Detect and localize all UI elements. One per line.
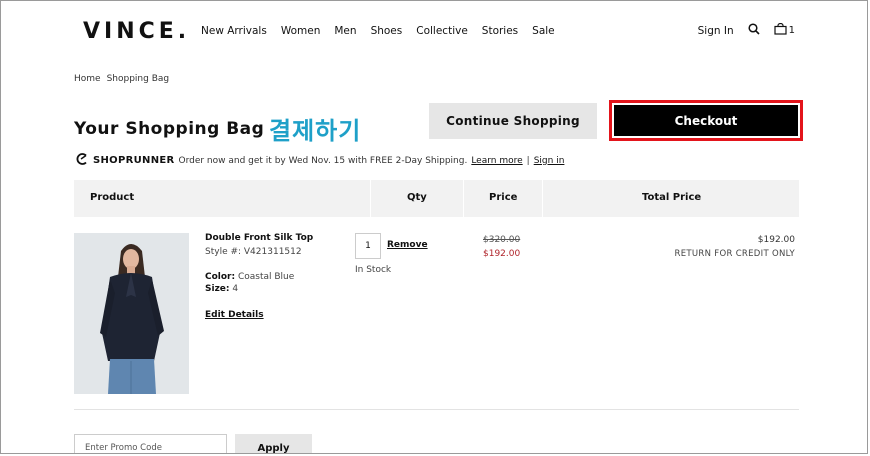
apply-promo-button[interactable]: Apply bbox=[235, 434, 312, 453]
header-divider bbox=[542, 180, 543, 217]
nav-shoes[interactable]: Shoes bbox=[371, 25, 403, 37]
size-label: Size: bbox=[205, 284, 230, 294]
product-size: Size: 4 bbox=[205, 284, 238, 294]
browser-frame: VINCE. New Arrivals Women Men Shoes Coll… bbox=[0, 0, 868, 454]
promo-code-input[interactable] bbox=[74, 434, 227, 453]
header-divider bbox=[370, 180, 371, 217]
page-title: Your Shopping Bag bbox=[74, 119, 265, 139]
shopping-bag-icon bbox=[774, 22, 787, 38]
nav-men[interactable]: Men bbox=[334, 25, 356, 37]
product-name[interactable]: Double Front Silk Top bbox=[205, 233, 313, 243]
sign-in-link[interactable]: Sign In bbox=[698, 25, 734, 37]
shoprunner-logo-icon bbox=[75, 153, 89, 168]
shopping-bag-button[interactable]: 1 bbox=[774, 22, 795, 38]
breadcrumb-home[interactable]: Home bbox=[74, 74, 101, 84]
product-image[interactable] bbox=[74, 233, 189, 394]
search-icon[interactable] bbox=[748, 23, 760, 38]
stock-status: In Stock bbox=[355, 265, 392, 275]
main-nav: New Arrivals Women Men Shoes Collective … bbox=[201, 25, 555, 37]
nav-sale[interactable]: Sale bbox=[532, 25, 554, 37]
nav-new-arrivals[interactable]: New Arrivals bbox=[201, 25, 267, 37]
color-label: Color: bbox=[205, 272, 236, 282]
nav-stories[interactable]: Stories bbox=[482, 25, 518, 37]
header-qty: Qty bbox=[407, 192, 427, 203]
breadcrumb: Home Shopping Bag bbox=[74, 74, 169, 84]
remove-link[interactable]: Remove bbox=[387, 240, 428, 250]
header-price: Price bbox=[489, 192, 518, 203]
shoprunner-separator: | bbox=[526, 155, 530, 166]
breadcrumb-current: Shopping Bag bbox=[106, 74, 170, 84]
nav-collective[interactable]: Collective bbox=[416, 25, 468, 37]
header-product: Product bbox=[90, 192, 135, 203]
product-color: Color: Coastal Blue bbox=[205, 272, 294, 282]
header-divider bbox=[463, 180, 464, 217]
header-utilities: Sign In 1 bbox=[698, 22, 795, 38]
continue-shopping-button[interactable]: Continue Shopping bbox=[429, 103, 597, 139]
cart-table-header: Product Qty Price Total Price bbox=[74, 180, 799, 217]
original-price: $320.00 bbox=[483, 235, 521, 245]
edit-details-link[interactable]: Edit Details bbox=[205, 310, 264, 320]
sale-price: $192.00 bbox=[483, 249, 521, 259]
size-value: 4 bbox=[232, 284, 239, 294]
shoprunner-logo: SHOPRUNNER bbox=[93, 155, 175, 166]
shoprunner-banner: SHOPRUNNER Order now and get it by Wed N… bbox=[75, 153, 564, 168]
return-policy-note: RETURN FOR CREDIT ONLY bbox=[674, 249, 795, 259]
vince-logo[interactable]: VINCE. bbox=[83, 19, 190, 44]
line-total: $192.00 bbox=[757, 235, 795, 245]
product-style-number: Style #: V421311512 bbox=[205, 247, 302, 257]
shoprunner-message: Order now and get it by Wed Nov. 15 with… bbox=[178, 155, 468, 166]
shoprunner-sign-in-link[interactable]: Sign in bbox=[534, 156, 565, 166]
quantity-input[interactable]: 1 bbox=[355, 233, 381, 259]
header-total-price: Total Price bbox=[642, 192, 702, 203]
bag-count: 1 bbox=[788, 25, 795, 36]
color-value: Coastal Blue bbox=[237, 272, 295, 282]
nav-women[interactable]: Women bbox=[281, 25, 321, 37]
shoprunner-learn-more-link[interactable]: Learn more bbox=[471, 156, 522, 166]
checkout-button[interactable]: Checkout bbox=[614, 105, 798, 136]
checkout-annotation: 결제하기 bbox=[269, 117, 362, 145]
row-divider bbox=[74, 409, 799, 410]
